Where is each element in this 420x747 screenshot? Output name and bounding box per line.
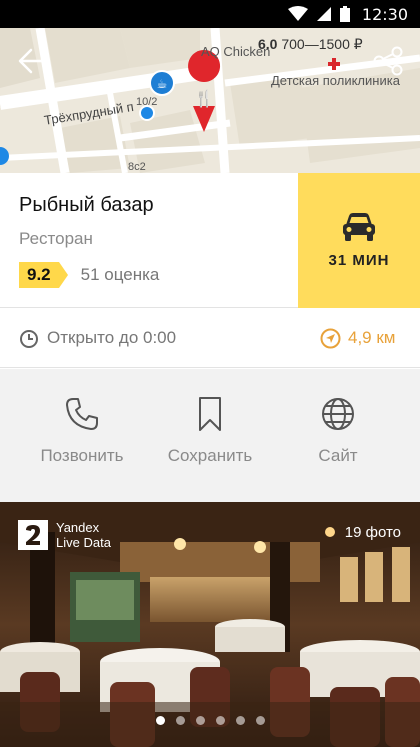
wifi-icon xyxy=(287,6,308,21)
provider-badge: Yandex Live Data xyxy=(18,520,111,550)
hours-row[interactable]: Открыто до 0:00 4,9 км xyxy=(0,309,420,368)
status-bar: 12:30 xyxy=(0,0,420,28)
distance: 4,9 км xyxy=(348,328,396,347)
route-time: 31 МИН xyxy=(328,252,390,269)
map-price-tag: 6.0 700—1500 ₽ xyxy=(258,36,363,53)
pager-dot[interactable] xyxy=(175,716,185,725)
photo-gallery[interactable]: Yandex Live Data 19 фото xyxy=(0,502,420,747)
provider-line2: Live Data xyxy=(56,535,111,550)
pager-dot[interactable] xyxy=(215,716,225,725)
website-label: Сайт xyxy=(318,446,358,465)
rating-count: 51 оценка xyxy=(80,265,160,284)
photo-pager[interactable] xyxy=(0,716,420,725)
pager-dot[interactable] xyxy=(235,716,245,725)
battery-icon xyxy=(339,6,350,22)
call-label: Позвонить xyxy=(40,446,124,465)
website-button[interactable]: Сайт xyxy=(256,369,420,502)
opening-hours: Открыто до 0:00 xyxy=(47,328,177,347)
phone-icon xyxy=(66,398,98,430)
car-icon xyxy=(343,213,375,241)
route-button[interactable]: 31 МИН xyxy=(298,173,420,308)
price-range: 700—1500 ₽ xyxy=(281,36,363,52)
clock-icon xyxy=(20,330,38,348)
signal-icon xyxy=(316,7,331,21)
map-house-number: 10/2 xyxy=(136,96,158,108)
save-button[interactable]: Сохранить xyxy=(164,369,256,502)
share-icon xyxy=(373,46,403,76)
pager-dot[interactable] xyxy=(155,716,165,725)
rating-row[interactable]: 9.2 51 оценка xyxy=(19,262,159,288)
place-name: Рыбный базар xyxy=(19,194,154,216)
map-house-number: 8с2 xyxy=(128,161,146,173)
pager-dot[interactable] xyxy=(195,716,205,725)
globe-icon xyxy=(322,398,354,430)
save-label: Сохранить xyxy=(167,446,253,465)
status-time: 12:30 xyxy=(361,4,408,24)
call-button[interactable]: Позвонить xyxy=(0,369,164,502)
svg-text:🍴: 🍴 xyxy=(194,89,214,108)
rating-badge: 9.2 xyxy=(19,262,68,288)
yandex-live-data-logo xyxy=(18,520,48,550)
bookmark-icon xyxy=(199,397,221,431)
map-view[interactable]: ☕ 🍴 Трёхпрудный п AQ Chicken Детская пол… xyxy=(0,28,420,173)
arrow-left-icon xyxy=(18,48,46,74)
place-category: Ресторан xyxy=(19,229,93,248)
back-button[interactable] xyxy=(14,43,50,79)
price-rating: 6.0 xyxy=(258,36,278,52)
pager-dot[interactable] xyxy=(255,716,265,725)
photo-count: 19 фото xyxy=(344,524,401,541)
navigation-icon xyxy=(320,328,341,349)
svg-text:☕: ☕ xyxy=(157,77,168,91)
place-info-card: Рыбный базар Ресторан 9.2 51 оценка 31 М… xyxy=(0,173,420,308)
action-bar: Позвонить Сохранить Сайт xyxy=(0,369,420,502)
provider-line1: Yandex xyxy=(56,520,100,535)
share-button[interactable] xyxy=(370,43,406,79)
